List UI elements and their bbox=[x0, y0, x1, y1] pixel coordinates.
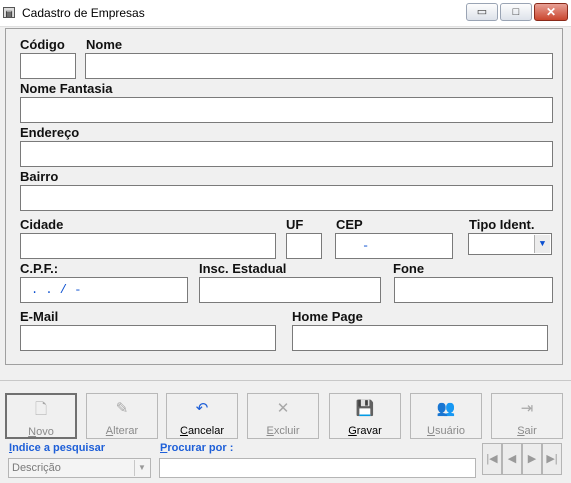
usuario-button[interactable]: 👥 Usuário bbox=[410, 393, 482, 439]
uf-field[interactable] bbox=[286, 233, 322, 259]
cep-field[interactable]: - bbox=[335, 233, 453, 259]
insc-estadual-field[interactable] bbox=[199, 277, 381, 303]
excluir-label: Excluir bbox=[266, 425, 300, 437]
cep-label: CEP bbox=[336, 217, 363, 232]
alterar-label: Alterar bbox=[105, 425, 139, 437]
indice-select[interactable]: Descrição ▼ bbox=[8, 458, 151, 478]
new-document-icon: 🗋 bbox=[34, 401, 48, 418]
cidade-field[interactable] bbox=[20, 233, 276, 259]
novo-label: Novo bbox=[28, 426, 54, 438]
gravar-label: Gravar bbox=[348, 425, 382, 437]
title-bar: ▤ Cadastro de Empresas ▭ □ ✕ bbox=[0, 0, 571, 27]
nav-first-button[interactable]: |◀ bbox=[482, 443, 502, 475]
divider bbox=[0, 380, 571, 381]
codigo-label: Código bbox=[20, 37, 65, 52]
form-app-icon: ▤ bbox=[3, 7, 15, 18]
indice-value: Descrição bbox=[12, 462, 61, 474]
users-icon: 👥 bbox=[436, 400, 456, 417]
nav-prev-button[interactable]: ◀ bbox=[502, 443, 522, 475]
alterar-button[interactable]: ✎ Alterar bbox=[86, 393, 158, 439]
indice-label: Indice a pesquisar bbox=[9, 442, 105, 454]
gravar-button[interactable]: 💾 Gravar bbox=[329, 393, 401, 439]
cidade-label: Cidade bbox=[20, 217, 64, 232]
first-icon: |◀ bbox=[486, 453, 498, 465]
endereco-field[interactable] bbox=[20, 141, 553, 167]
codigo-field[interactable] bbox=[20, 53, 76, 79]
nome-field[interactable] bbox=[85, 53, 553, 79]
minimize-icon: ▭ bbox=[476, 6, 488, 18]
tipo-ident-label: Tipo Ident. bbox=[469, 217, 535, 232]
nav-last-button[interactable]: ▶| bbox=[542, 443, 562, 475]
window-title: Cadastro de Empresas bbox=[22, 6, 145, 20]
maximize-icon: □ bbox=[512, 6, 520, 18]
minimize-button[interactable]: ▭ bbox=[466, 3, 498, 21]
nome-label: Nome bbox=[86, 37, 123, 52]
prev-icon: ◀ bbox=[507, 453, 517, 465]
edit-icon: ✎ bbox=[115, 400, 129, 417]
save-icon: 💾 bbox=[355, 400, 375, 417]
sair-label: Sair bbox=[517, 425, 537, 437]
cpf-mask: . . / - bbox=[31, 283, 82, 297]
insc-estadual-label: Insc. Estadual bbox=[199, 261, 287, 276]
nome-fantasia-field[interactable] bbox=[20, 97, 553, 123]
bairro-label: Bairro bbox=[20, 169, 59, 184]
endereco-label: Endereço bbox=[20, 125, 80, 140]
usuario-label: Usuário bbox=[427, 425, 465, 437]
last-icon: ▶| bbox=[546, 453, 558, 465]
close-button[interactable]: ✕ bbox=[534, 3, 568, 21]
cpf-label: C.P.F.: bbox=[20, 261, 59, 276]
novo-button[interactable]: 🗋 Novo bbox=[5, 393, 77, 439]
maximize-button[interactable]: □ bbox=[500, 3, 532, 21]
undo-icon: ↶ bbox=[195, 400, 209, 417]
cancelar-label: Cancelar bbox=[179, 425, 225, 437]
procurar-label: Procurar por : bbox=[160, 442, 234, 454]
fone-field[interactable] bbox=[394, 277, 553, 303]
cep-mask: - bbox=[362, 239, 370, 253]
sair-button[interactable]: ⇥ Sair bbox=[491, 393, 563, 439]
home-page-field[interactable] bbox=[292, 325, 548, 351]
tipo-ident-select[interactable]: ▼ bbox=[468, 233, 552, 255]
cpf-field[interactable]: . . / - bbox=[20, 277, 188, 303]
email-label: E-Mail bbox=[20, 309, 59, 324]
bairro-field[interactable] bbox=[20, 185, 553, 211]
nome-fantasia-label: Nome Fantasia bbox=[20, 81, 113, 96]
home-page-label: Home Page bbox=[292, 309, 363, 324]
next-icon: ▶ bbox=[527, 453, 537, 465]
fone-label: Fone bbox=[393, 261, 425, 276]
chevron-down-icon[interactable]: ▼ bbox=[134, 460, 149, 476]
excluir-button[interactable]: ✕ Excluir bbox=[247, 393, 319, 439]
exit-door-icon: ⇥ bbox=[520, 400, 534, 417]
cancelar-button[interactable]: ↶ Cancelar bbox=[166, 393, 238, 439]
chevron-down-icon[interactable]: ▼ bbox=[534, 235, 550, 253]
email-field[interactable] bbox=[20, 325, 276, 351]
nav-next-button[interactable]: ▶ bbox=[522, 443, 542, 475]
close-icon: ✕ bbox=[545, 5, 557, 19]
delete-icon: ✕ bbox=[276, 400, 290, 417]
uf-label: UF bbox=[286, 217, 304, 232]
procurar-input[interactable] bbox=[159, 458, 476, 478]
